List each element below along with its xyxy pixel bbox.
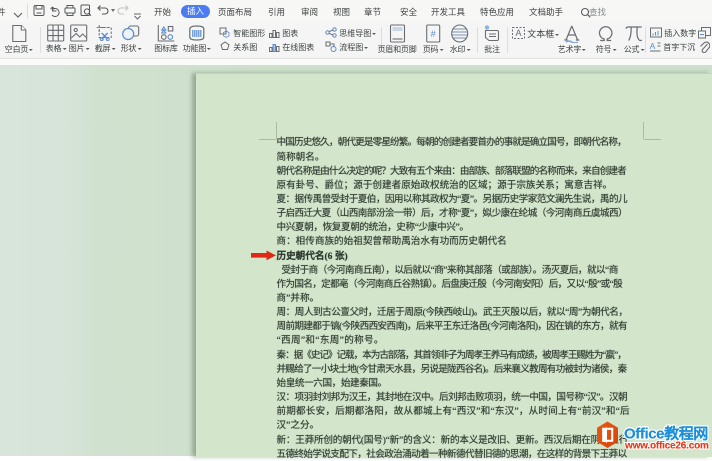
svg-text:www.office26.com: www.office26.com [624,441,709,452]
svg-text:A: A [515,28,521,38]
svg-text:#: # [430,29,435,39]
svg-text:A: A [650,41,656,51]
